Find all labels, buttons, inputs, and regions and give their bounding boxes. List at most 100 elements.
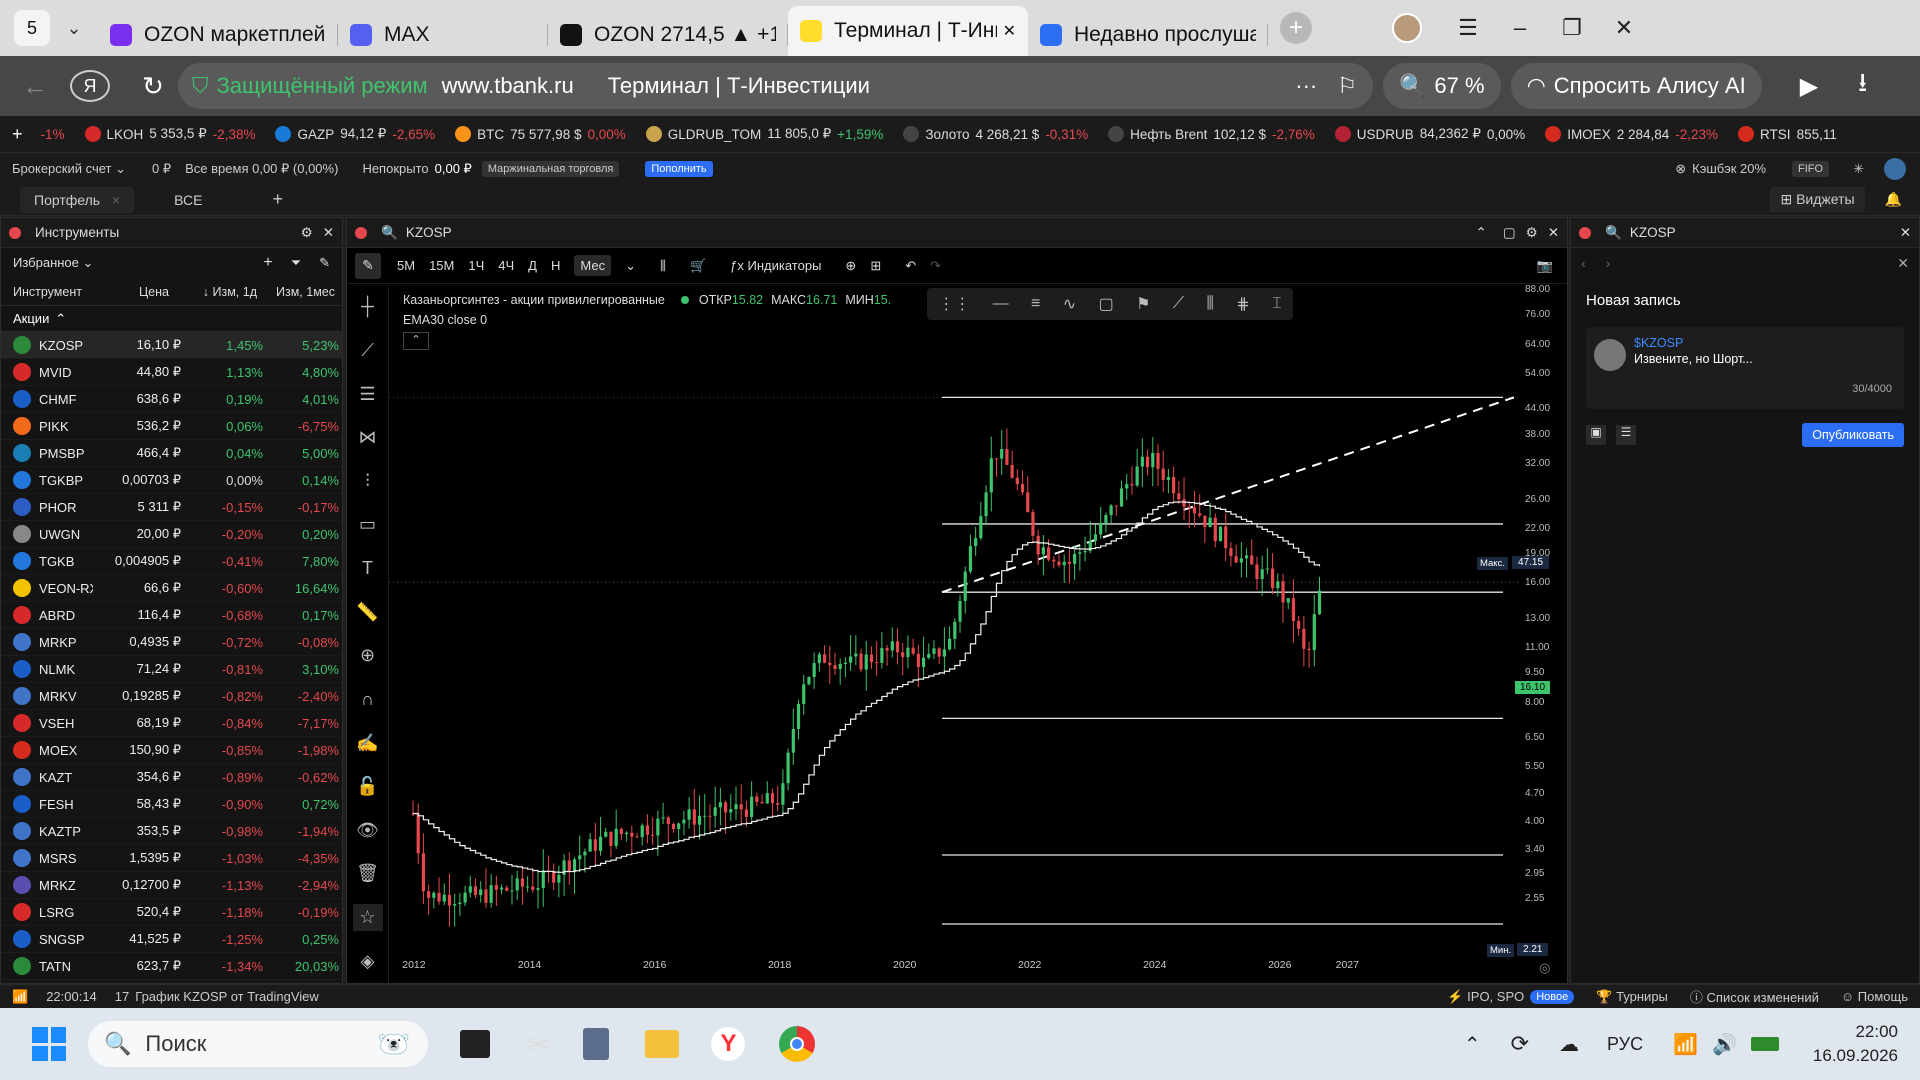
table-row[interactable]: KZOSP 16,10 ₽ 1,45% 5,23% [1,332,342,359]
table-row[interactable]: MVID 44,80 ₽ 1,13% 4,80% [1,359,342,386]
tf-dropdown-icon[interactable]: ⌄ [625,258,636,274]
table-row[interactable]: TGKBP 0,00703 ₽ 0,00% 0,14% [1,467,342,494]
table-row[interactable]: MRKV 0,19285 ₽ -0,82% -2,40% [1,683,342,710]
table-row[interactable]: PMSBP 466,4 ₽ 0,04% 5,00% [1,440,342,467]
search-icon[interactable]: 🔍 [1605,225,1622,241]
chart-settings-icon[interactable]: ⚙ [1526,225,1538,241]
candles-icon[interactable]: ⫼ [660,258,666,274]
close-panel-icon[interactable]: ✕ [1900,225,1911,241]
add-tab-icon[interactable]: + [272,189,283,210]
table-row[interactable]: MOEX 150,90 ₽ -0,85% -1,98% [1,737,342,764]
maximize-icon[interactable]: ❐ [1546,15,1598,41]
draft-card[interactable]: $KZOSP Извените, но Шорт... 30/4000 [1586,327,1904,409]
timeframe-button[interactable]: Мес [574,255,612,276]
favorites-select[interactable]: Избранное ⌄ [13,255,93,271]
table-row[interactable]: MRKZ 0,12700 ₽ -1,13% -2,94% [1,872,342,899]
table-row[interactable]: KAZT 354,6 ₽ -0,89% -0,62% [1,764,342,791]
notes-link-dot[interactable] [1579,226,1591,239]
ticker-item[interactable]: IMOEX 2 284,84 -2,23% [1545,126,1718,142]
table-row[interactable]: MSRS 1,5395 ₽ -1,03% -4,35% [1,845,342,872]
layout-grid-icon[interactable]: ⊞ [870,258,881,274]
ticker-item[interactable]: LKOH 5 353,5 ₽ -2,38% [84,126,255,142]
close-panel-icon[interactable]: ✕ [323,225,334,241]
timeframe-button[interactable]: Н [551,258,560,273]
topup-button[interactable]: Пополнить [645,160,713,177]
wifi-tray-icon[interactable]: 📶 [1673,1032,1698,1057]
bell-icon[interactable]: 🔔 [1885,191,1902,208]
cloud-off-icon[interactable]: ☁ [1559,1032,1579,1057]
timeframe-button[interactable]: 5М [397,258,415,273]
cart-icon[interactable]: 🛒 [690,258,706,274]
collapse-icon[interactable]: ⌃ [1476,225,1487,241]
ipo-link[interactable]: ⚡ IPO, SPO [1447,989,1524,1005]
close-tab-icon[interactable]: × [112,192,120,208]
timeframe-button[interactable]: 1Ч [468,258,484,273]
close-chart-icon[interactable]: ✕ [1548,225,1559,241]
profile-avatar[interactable] [1392,13,1422,43]
table-row[interactable]: SNGSP 41,525 ₽ -1,25% 0,25% [1,926,342,953]
taskbar-search[interactable]: 🔍 Поиск 🐻‍❄️ [88,1021,428,1067]
taskview-icon[interactable] [460,1030,490,1058]
account-select[interactable]: Брокерский счет ⌄ [12,161,126,177]
yandex-icon[interactable]: Я [70,70,110,102]
alice-button[interactable]: ◠ Спросить Алису AI [1510,63,1762,109]
tab-all[interactable]: ВСЕ [174,192,202,208]
price-chart[interactable] [347,285,1567,983]
browser-tab[interactable]: MAX [338,14,548,56]
close-notes-icon[interactable]: ✕ [1897,255,1909,272]
settings-snow-icon[interactable]: ✳ [1853,161,1864,177]
table-row[interactable]: FESH 58,43 ₽ -0,90% 0,72% [1,791,342,818]
chart-ticker[interactable]: KZOSP [406,225,452,240]
chart-link-dot[interactable] [355,226,367,239]
timeframe-button[interactable]: 15М [429,258,454,273]
settings-icon[interactable]: ⚙ [301,225,313,241]
scale-settings-icon[interactable]: ◎ [1539,960,1550,976]
url-field[interactable]: ⛉ Защищённый режим www.tbank.ru Терминал… [178,63,1373,109]
clock[interactable]: 22:00 16.09.2026 [1813,1020,1898,1068]
zoom-indicator[interactable]: 🔍 67 % [1383,63,1501,109]
tab-counter[interactable]: 5 [14,10,50,46]
changes-link[interactable]: ⓘ Список изменений [1690,987,1819,1006]
table-row[interactable]: UWGN 20,00 ₽ -0,20% 0,20% [1,521,342,548]
explorer-icon[interactable] [645,1030,680,1058]
search-icon[interactable]: 🔍 [381,225,398,241]
ticker-item[interactable]: Нефть Brent 102,12 $ -2,76% [1108,126,1315,142]
undo-icon[interactable]: ↶ [905,258,916,274]
table-row[interactable]: PIKK 536,2 ₽ 0,06% -6,75% [1,413,342,440]
table-row[interactable]: PHOR 5 311 ₽ -0,15% -0,17% [1,494,342,521]
table-row[interactable]: ABRD 116,4 ₽ -0,68% 0,17% [1,602,342,629]
browser-tab[interactable]: OZON маркетплейс – [98,14,338,56]
ticker-item[interactable]: GAZP 94,12 ₽ -2,65% [275,126,435,142]
list-icon[interactable]: ☰ [1616,425,1636,445]
volume-icon[interactable]: 🔊 [1712,1032,1737,1057]
col-month-change[interactable]: Изм, 1мес [257,285,335,299]
group-stocks[interactable]: Акции ⌃ [1,306,342,332]
redo-icon[interactable]: ↷ [930,258,941,274]
snip-icon[interactable]: ✂ [526,1028,549,1061]
minimize-icon[interactable]: – [1494,15,1546,41]
prev-icon[interactable]: ‹ [1581,255,1586,271]
add-circle-icon[interactable]: ⊕ [845,258,856,274]
col-instrument[interactable]: Инструмент [1,285,113,299]
popout-icon[interactable]: ▢ [1503,225,1516,241]
indicators-button[interactable]: ƒx Индикаторы [730,258,821,273]
chart-source[interactable]: График KZOSP от TradingView [135,989,319,1004]
table-row[interactable]: LSRG 520,4 ₽ -1,18% -0,19% [1,899,342,926]
margin-badge[interactable]: Маржинальная торговля [481,160,620,177]
browser-tab[interactable]: Терминал | Т-Инвес ✕ [788,6,1028,56]
back-icon[interactable]: ← [0,71,70,102]
browser-tab[interactable]: Недавно прослушанн [1028,14,1268,56]
ticker-item[interactable]: BTC 75 577,98 $ 0,00% [455,126,626,142]
ticker-item[interactable]: USDRUB 84,2362 ₽ 0,00% [1334,126,1525,142]
filter-icon[interactable]: ⏷ [291,255,301,271]
language-indicator[interactable]: РУС [1607,1034,1643,1055]
yandex-browser-icon[interactable]: Y [711,1027,746,1061]
sync-icon[interactable]: ⟳ [1511,1031,1529,1057]
timeframe-button[interactable]: Д [528,258,537,273]
calculator-icon[interactable] [583,1028,610,1060]
col-day-change[interactable]: ↓ Изм, 1д [169,285,257,299]
edit-icon[interactable]: ✎ [319,255,330,271]
tray-chevron-icon[interactable]: ⌃ [1464,1032,1481,1057]
ticker-item[interactable]: Золото 4 268,21 $ -0,31% [903,126,1088,142]
ticker-item[interactable]: RTSI 855,11 [1738,126,1843,142]
